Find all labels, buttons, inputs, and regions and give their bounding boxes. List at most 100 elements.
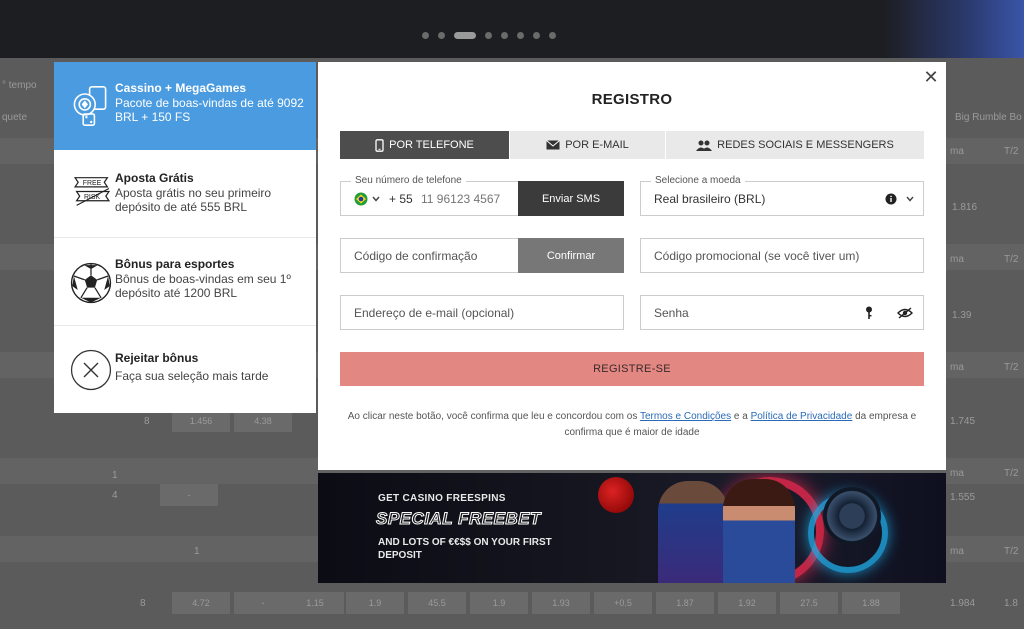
email-field[interactable]: Endereço de e-mail (opcional) — [340, 295, 624, 330]
bg-odds-cell[interactable]: 27.5 — [780, 592, 838, 614]
phone-icon — [375, 138, 384, 152]
bg-odds-cell[interactable]: 45.5 — [408, 592, 466, 614]
password-field[interactable]: Senha — [640, 295, 924, 330]
registration-tabs: POR TELEFONE POR E-MAIL REDES SOCIAIS E … — [340, 131, 924, 159]
eye-slash-icon[interactable] — [897, 307, 913, 319]
bonus-title: Aposta Grátis — [115, 171, 194, 185]
currency-select[interactable]: Selecione a moeda Real brasileiro (BRL) — [640, 175, 924, 216]
terms-link[interactable]: Termos e Condições — [640, 411, 731, 422]
bg-label: ma — [950, 254, 964, 265]
country-code: + 55 — [389, 192, 413, 206]
brazil-flag-icon[interactable] — [354, 192, 368, 206]
legal-text: Ao clicar neste botão, você confirma que… — [340, 409, 924, 441]
bonus-desc: Aposta grátis no seu primeiro depósito d… — [115, 186, 272, 214]
bg-label: quete — [2, 112, 28, 123]
tab-label: POR E-MAIL — [565, 139, 629, 151]
bg-label: Big Rumble Bo — [955, 112, 1022, 123]
legal-part: e a — [731, 411, 751, 422]
carousel-dot[interactable] — [422, 32, 429, 39]
bg-label: 4 — [112, 490, 118, 501]
casino-chip-cards-icon — [73, 86, 107, 126]
bg-odds-cell[interactable]: 1.88 — [842, 592, 900, 614]
tab-label: POR TELEFONE — [389, 139, 474, 151]
free-badge-text: FREE — [83, 180, 102, 187]
risk-badge-text: RISK — [84, 194, 101, 201]
reject-x-icon — [70, 349, 112, 391]
chevron-down-icon[interactable] — [906, 196, 914, 202]
bonus-desc: Faça sua seleção mais tarde — [115, 369, 269, 383]
confirm-button[interactable]: Confirmar — [518, 238, 624, 273]
tab-social[interactable]: REDES SOCIAIS E MESSENGERS — [666, 131, 924, 159]
bg-odds-cell[interactable]: 1.93 — [532, 592, 590, 614]
bonus-option-reject[interactable]: Rejeitar bônus Faça sua seleção mais tar… — [54, 326, 316, 413]
soccer-ball-icon — [70, 262, 112, 304]
bg-label: T/2 — [1004, 254, 1019, 265]
carousel-dot[interactable] — [517, 32, 524, 39]
banner-line-3: AND LOTS OF €€$$ ON YOUR FIRST DEPOSIT — [378, 537, 552, 561]
bg-odds-cell[interactable]: 1.15 — [286, 592, 344, 614]
bonus-desc: Bônus de boas-vindas em seu 1º depósito … — [115, 272, 291, 300]
carousel-dot[interactable] — [485, 32, 492, 39]
bg-odds-cell[interactable]: - — [234, 592, 292, 614]
bonus-title: Rejeitar bônus — [115, 351, 199, 365]
bg-label: ma — [950, 468, 964, 479]
bg-label: 8 — [144, 416, 150, 427]
key-icon[interactable] — [865, 306, 873, 320]
bg-label: 1.984 — [950, 598, 976, 609]
bg-odds-cell[interactable]: - — [160, 484, 218, 506]
tab-email[interactable]: POR E-MAIL — [510, 131, 666, 159]
bonus-title: Bônus para esportes — [115, 257, 235, 271]
carousel-dot[interactable] — [501, 32, 508, 39]
bg-label: 1.555 — [950, 492, 976, 503]
modal-title: REGISTRO — [591, 91, 673, 108]
phone-field[interactable]: Seu número de telefone + 55 Enviar SMS — [340, 175, 624, 216]
promo-code-field[interactable]: Código promocional (se você tiver um) — [640, 238, 924, 273]
close-icon[interactable]: ✕ — [922, 68, 940, 86]
carousel-dot[interactable] — [438, 32, 445, 39]
send-sms-button[interactable]: Enviar SMS — [518, 181, 624, 216]
bg-odds-cell[interactable]: 1.92 — [718, 592, 776, 614]
bg-label: 8 — [140, 598, 146, 609]
bg-label: 1 — [194, 546, 200, 557]
register-button[interactable]: REGISTRE-SE — [340, 352, 924, 386]
bonus-option-free-bet[interactable]: FREE RISK Aposta Grátis Aposta grátis no… — [54, 150, 316, 238]
carousel-dot[interactable] — [533, 32, 540, 39]
password-placeholder: Senha — [654, 306, 689, 320]
promo-code-placeholder: Código promocional (se você tiver um) — [654, 249, 860, 263]
soccer-ball-graphic — [598, 477, 634, 513]
bg-odds-cell[interactable]: 4.38 — [234, 410, 292, 432]
legal-part: Ao clicar neste botão, você confirma que… — [347, 411, 640, 422]
bg-label: 1 — [112, 470, 118, 481]
info-icon[interactable] — [885, 193, 897, 205]
football-player-graphic — [658, 481, 728, 583]
promo-banner[interactable]: GET CASINO FREESPINS SPECIAL FREEBET AND… — [318, 473, 946, 583]
privacy-link[interactable]: Política de Privacidade — [751, 411, 853, 422]
email-placeholder: Endereço de e-mail (opcional) — [354, 306, 515, 320]
currency-label: Selecione a moeda — [651, 175, 745, 186]
bg-label: ma — [950, 362, 964, 373]
bg-odds-cell[interactable]: 1.9 — [346, 592, 404, 614]
carousel-dots[interactable] — [422, 32, 556, 39]
phone-input[interactable] — [421, 190, 521, 208]
roulette-wheel-graphic — [823, 487, 881, 545]
bg-label: T/2 — [1004, 362, 1019, 373]
confirmation-code-field[interactable]: Código de confirmação Confirmar — [340, 238, 624, 273]
bonus-option-casino[interactable]: Cassino + MegaGames Pacote de boas-vinda… — [54, 62, 316, 150]
bg-label: ° tempo — [2, 80, 37, 91]
carousel-dot[interactable] — [549, 32, 556, 39]
bg-odds-cell[interactable]: 1.87 — [656, 592, 714, 614]
bg-label: 1.745 — [950, 416, 976, 427]
bg-odds-cell[interactable]: 1.456 — [172, 410, 230, 432]
bonus-option-sports[interactable]: Bônus para esportes Bônus de boas-vindas… — [54, 238, 316, 326]
carousel-dot-active[interactable] — [454, 32, 476, 39]
banner-line-1: GET CASINO FREESPINS — [378, 493, 506, 504]
bg-odds-cell[interactable]: 1.9 — [470, 592, 528, 614]
chevron-down-icon[interactable] — [372, 196, 380, 202]
tab-phone[interactable]: POR TELEFONE — [340, 131, 510, 159]
bg-odds-cell[interactable]: 4.72 — [172, 592, 230, 614]
phone-field-label: Seu número de telefone — [351, 175, 466, 186]
bg-label: T/2 — [1004, 546, 1019, 557]
bg-odds-cell[interactable]: +0.5 — [594, 592, 652, 614]
woman-graphic — [723, 479, 795, 583]
free-risk-icon: FREE RISK — [73, 177, 111, 206]
